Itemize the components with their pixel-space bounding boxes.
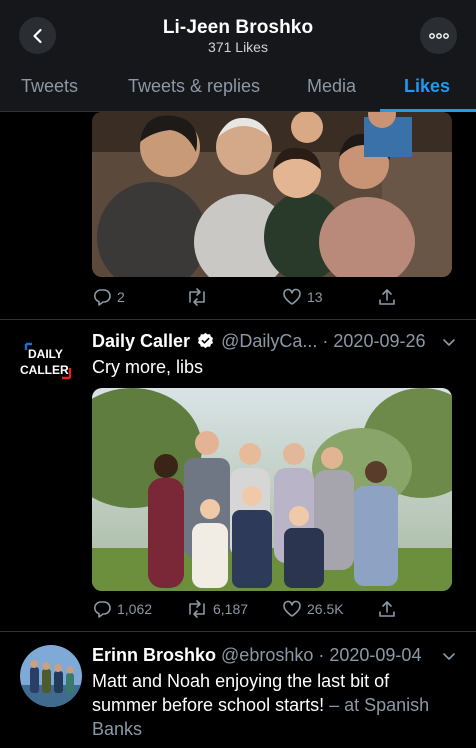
retweet-button[interactable]: 6,187 — [186, 599, 248, 619]
reply-icon — [93, 601, 111, 618]
avatar-photo — [20, 645, 82, 707]
tab-likes[interactable]: Likes — [404, 76, 450, 97]
tweet-image-family[interactable] — [92, 112, 452, 277]
author-handle[interactable]: @ebroshko — [221, 645, 313, 665]
share-icon — [379, 289, 395, 305]
share-icon — [379, 601, 395, 617]
like-button[interactable]: 26.5K — [282, 599, 344, 619]
retweet-icon — [189, 288, 205, 306]
tweet-actions: 1,062 6,187 26.5K — [92, 599, 452, 623]
reply-count: 1,062 — [117, 601, 153, 617]
tweet-divider — [0, 319, 476, 320]
erinn-broshko-avatar[interactable] — [20, 645, 82, 707]
tab-tweets[interactable]: Tweets — [21, 76, 78, 97]
reply-count: 2 — [117, 289, 125, 305]
reply-icon — [93, 289, 111, 306]
chevron-down-icon[interactable] — [442, 651, 456, 661]
share-button[interactable] — [377, 287, 397, 307]
reply-button[interactable]: 1,062 — [92, 599, 152, 619]
tweet-header: Daily Caller @DailyCa... · 2020-09-26 — [92, 331, 426, 351]
reply-button[interactable]: 2 — [92, 287, 125, 307]
retweet-button[interactable] — [186, 287, 213, 307]
family-photo — [92, 112, 452, 277]
tweet-image-group[interactable] — [92, 388, 452, 591]
daily-caller-logo: DAILY CALLER — [20, 342, 72, 380]
tweet-divider — [0, 631, 476, 632]
author-handle[interactable]: @DailyCa... — [221, 331, 317, 351]
tab-media[interactable]: Media — [307, 76, 356, 97]
tweet-actions: 2 13 — [92, 287, 452, 311]
chevron-down-icon[interactable] — [442, 337, 456, 347]
tweet-header: Erinn Broshko @ebroshko · 2020-09-04 — [92, 645, 422, 665]
retweet-icon — [189, 600, 205, 618]
verified-icon — [198, 332, 214, 349]
like-icon — [283, 288, 301, 305]
likes-count: 371 Likes — [208, 39, 268, 55]
like-count: 13 — [307, 289, 323, 305]
tweet-date[interactable]: 2020-09-04 — [329, 645, 421, 665]
like-count: 26.5K — [307, 601, 344, 617]
tab-tweets-replies[interactable]: Tweets & replies — [128, 76, 260, 97]
like-button[interactable]: 13 — [282, 287, 323, 307]
daily-caller-avatar[interactable]: DAILY CALLER — [18, 340, 78, 380]
svg-text:CALLER: CALLER — [20, 363, 69, 377]
like-icon — [283, 600, 301, 617]
profile-header: Li-Jeen Broshko 371 Likes — [0, 0, 476, 62]
more-button[interactable] — [420, 17, 457, 54]
group-photo-outdoors — [92, 388, 452, 591]
svg-text:DAILY: DAILY — [28, 347, 63, 361]
profile-name: Li-Jeen Broshko — [162, 17, 314, 38]
tweet-date[interactable]: 2020-09-26 — [333, 331, 425, 351]
retweet-count: 6,187 — [213, 601, 249, 617]
author-name[interactable]: Daily Caller — [92, 331, 190, 351]
author-name[interactable]: Erinn Broshko — [92, 645, 216, 665]
profile-tabs: Tweets Tweets & replies Media Likes — [0, 62, 476, 112]
share-button[interactable] — [377, 599, 397, 619]
tweet-text: Matt and Noah enjoying the last bit of s… — [92, 669, 454, 741]
more-icon — [428, 32, 449, 39]
tweet-text: Cry more, libs — [92, 357, 204, 377]
